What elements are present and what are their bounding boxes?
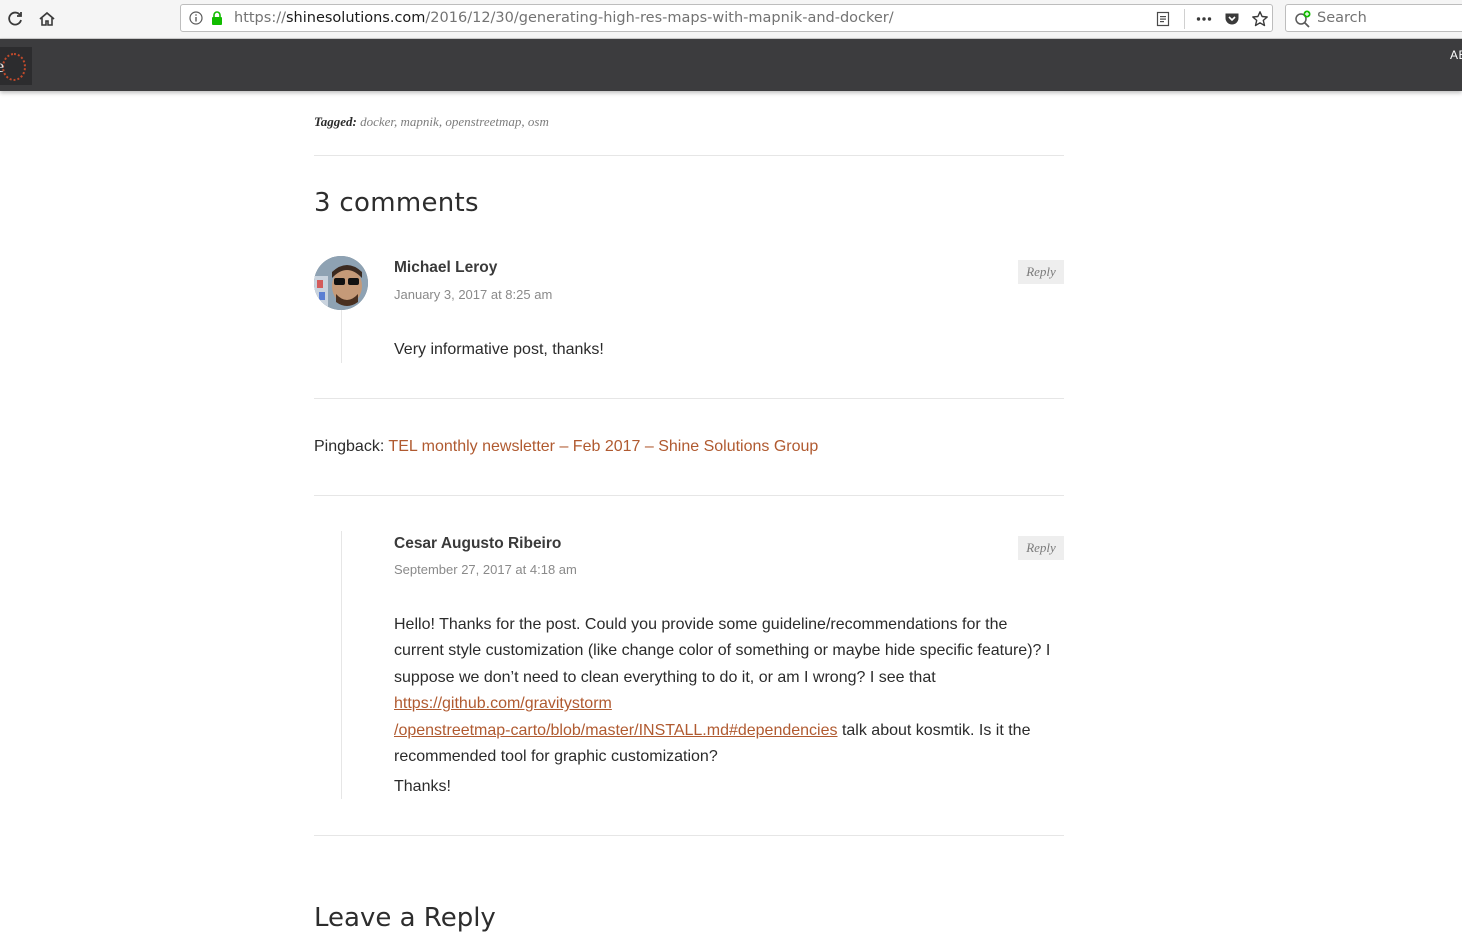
logo-ring-icon [2, 53, 26, 81]
comment-author[interactable]: Michael Leroy [394, 259, 497, 277]
url-text: https://shinesolutions.com/2016/12/30/ge… [234, 10, 894, 26]
site-logo[interactable]: e [0, 47, 32, 85]
divider [314, 93, 1064, 94]
divider [314, 495, 1064, 496]
leave-reply-heading: Leave a Reply [314, 903, 496, 933]
github-link[interactable]: https://github.com/gravitystorm/openstre… [394, 695, 838, 738]
pingback-label: Pingback: [314, 438, 385, 455]
site-header: e AB [0, 39, 1462, 91]
reply-button[interactable]: Reply [1018, 536, 1064, 560]
avatar [314, 256, 368, 310]
search-input[interactable]: Search [1285, 4, 1462, 32]
comment-date[interactable]: January 3, 2017 at 8:25 am [394, 287, 552, 302]
tagged-label: Tagged: [314, 114, 357, 129]
divider [314, 155, 1064, 156]
lock-icon [210, 11, 224, 25]
thread-line [341, 310, 342, 363]
comment-text: Hello! Thanks for the post. Could you pr… [394, 612, 1059, 770]
divider [314, 835, 1064, 836]
pingback: Pingback: TEL monthly newsletter – Feb 2… [314, 438, 818, 456]
search-placeholder: Search [1317, 10, 1367, 26]
pingback-link[interactable]: TEL monthly newsletter – Feb 2017 – Shin… [388, 438, 818, 455]
reply-button[interactable]: Reply [1018, 260, 1064, 284]
post-tags: Tagged: docker, mapnik, openstreetmap, o… [314, 114, 549, 129]
page-actions-icon[interactable] [1195, 10, 1213, 28]
comment-text-part: Hello! Thanks for the post. Could you pr… [394, 616, 1051, 686]
url-separator [1184, 9, 1185, 29]
comments-title: 3 comments [314, 188, 479, 218]
comment-author[interactable]: Cesar Augusto Ribeiro [394, 535, 561, 553]
bookmark-star-icon[interactable] [1251, 10, 1269, 28]
reader-view-icon[interactable] [1154, 10, 1172, 28]
browser-toolbar: https://shinesolutions.com/2016/12/30/ge… [0, 0, 1462, 39]
tag-link[interactable]: mapnik [401, 114, 439, 129]
comment-closing: Thanks! [394, 778, 451, 795]
search-icon [1294, 10, 1312, 28]
tag-link[interactable]: docker [360, 114, 394, 129]
thread-line [341, 531, 342, 799]
divider [314, 398, 1064, 399]
reload-icon[interactable] [4, 8, 26, 30]
comment-text: Very informative post, thanks! [394, 341, 604, 358]
tag-link[interactable]: osm [528, 114, 549, 129]
comment-date[interactable]: September 27, 2017 at 4:18 am [394, 562, 577, 577]
home-icon[interactable] [36, 8, 58, 30]
pocket-icon[interactable] [1223, 10, 1241, 28]
address-bar[interactable]: https://shinesolutions.com/2016/12/30/ge… [180, 4, 1273, 32]
logo-letter: e [0, 56, 4, 77]
tag-link[interactable]: openstreetmap [445, 114, 521, 129]
header-nav-item[interactable]: AB [1450, 48, 1462, 62]
site-info-icon[interactable] [189, 11, 203, 25]
